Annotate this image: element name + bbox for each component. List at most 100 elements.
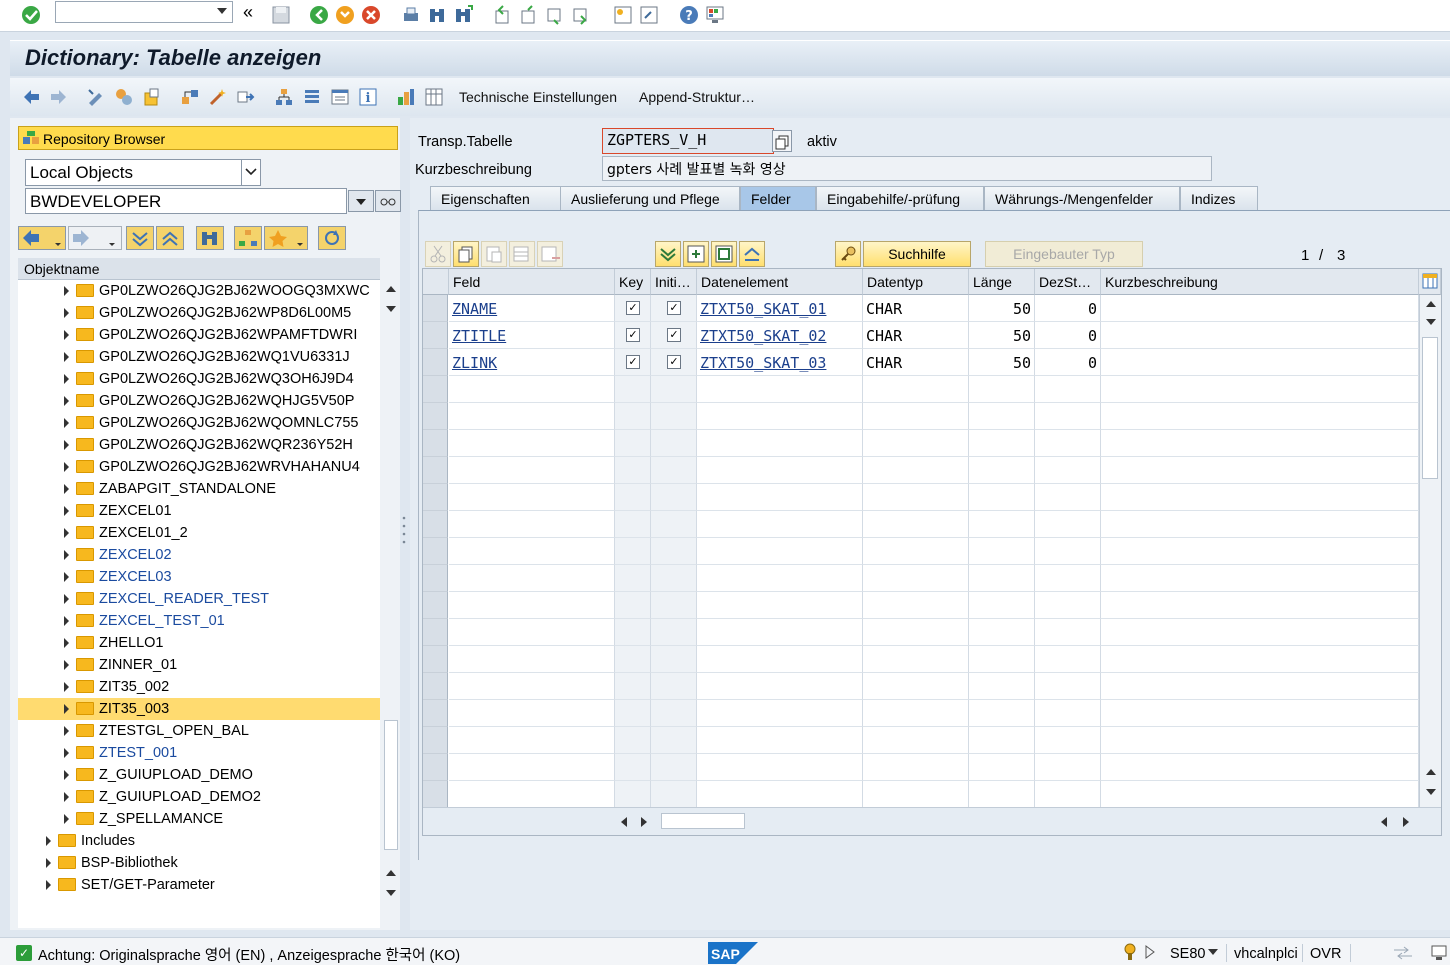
tree-node[interactable]: ZIT35_002 <box>18 676 380 698</box>
cell-init[interactable] <box>651 430 697 457</box>
cell-dezst[interactable] <box>1035 727 1101 754</box>
cell-init[interactable]: ✓ <box>651 295 697 322</box>
cell-datenelement[interactable] <box>697 781 863 808</box>
cell-feld[interactable] <box>449 376 615 403</box>
cell-datentyp[interactable]: CHAR <box>863 295 969 322</box>
row-selector[interactable] <box>423 484 448 511</box>
expand-arrow-icon[interactable] <box>64 616 69 626</box>
connection-icon[interactable] <box>1392 945 1414 961</box>
tree-scrollbar[interactable] <box>382 280 400 928</box>
expand-arrow-icon[interactable] <box>64 770 69 780</box>
active-inactive-icon[interactable] <box>114 87 134 107</box>
expand-arrow-icon[interactable] <box>64 814 69 824</box>
tree-node[interactable]: Z_GUIUPLOAD_DEMO <box>18 764 380 786</box>
technical-settings-button[interactable]: Technische Einstellungen <box>459 89 617 105</box>
other-object-icon[interactable] <box>142 87 162 107</box>
expand-arrow-icon[interactable] <box>64 704 69 714</box>
command-field[interactable] <box>55 1 233 23</box>
tree-node[interactable]: Z_SPELLAMANCE <box>18 808 380 830</box>
cell-init[interactable] <box>651 754 697 781</box>
cell-feld[interactable] <box>449 781 615 808</box>
cell-init[interactable]: ✓ <box>651 349 697 376</box>
cell-kurz[interactable] <box>1101 781 1419 808</box>
display-button[interactable] <box>375 190 401 212</box>
tree-node[interactable]: ZEXCEL03 <box>18 566 380 588</box>
expand-arrow-icon[interactable] <box>64 638 69 648</box>
cell-dezst[interactable] <box>1035 511 1101 538</box>
cell-kurz[interactable] <box>1101 349 1419 376</box>
column-initial[interactable]: Initi… <box>651 269 697 295</box>
expand-arrow-icon[interactable] <box>64 506 69 516</box>
cell-feld[interactable] <box>449 430 615 457</box>
cell-dezst[interactable] <box>1035 700 1101 727</box>
tree-node[interactable]: BSP-Bibliothek <box>18 852 380 874</box>
builtin-type-button[interactable]: Eingebauter Typ <box>985 241 1143 267</box>
checkbox[interactable]: ✓ <box>667 301 681 315</box>
cell-datentyp[interactable]: CHAR <box>863 349 969 376</box>
contents-icon[interactable] <box>424 87 444 107</box>
back-icon[interactable] <box>308 4 330 26</box>
cell-datentyp[interactable] <box>863 700 969 727</box>
layout-menu-icon[interactable] <box>704 4 726 26</box>
tree-node[interactable]: GP0LZWO26QJG2BJ62WQ3OH6J9D4 <box>18 368 380 390</box>
cell-kurz[interactable] <box>1101 484 1419 511</box>
cell-dezst[interactable] <box>1035 457 1101 484</box>
grid-horizontal-scrollbar[interactable] <box>423 807 1441 835</box>
tree-node[interactable]: ZEXCEL_TEST_01 <box>18 610 380 632</box>
append-structure-button[interactable]: Append-Struktur… <box>639 89 755 105</box>
column-datentyp[interactable]: Datentyp <box>863 269 969 295</box>
cancel-icon[interactable] <box>360 4 382 26</box>
tree-node[interactable]: GP0LZWO26QJG2BJ62WPAMFTDWRI <box>18 324 380 346</box>
cell-datentyp[interactable] <box>863 619 969 646</box>
tab-indizes[interactable]: Indizes <box>1180 186 1258 210</box>
cell-datenelement[interactable] <box>697 484 863 511</box>
cell-feld[interactable] <box>449 592 615 619</box>
cell-dezst[interactable] <box>1035 484 1101 511</box>
scroll-up-bottom-icon[interactable] <box>385 868 397 878</box>
cell-datentyp[interactable] <box>863 511 969 538</box>
tree-column-header[interactable]: Objektname <box>18 258 380 280</box>
tab-eigenschaften[interactable]: Eigenschaften <box>430 186 562 210</box>
row-selector[interactable] <box>423 538 448 565</box>
row-selector[interactable] <box>423 349 448 376</box>
expand-arrow-icon[interactable] <box>64 330 69 340</box>
collapse-icon[interactable]: « <box>243 2 265 24</box>
cell-datentyp[interactable] <box>863 484 969 511</box>
cell-kurz[interactable] <box>1101 295 1419 322</box>
cell-datentyp[interactable] <box>863 592 969 619</box>
cell-feld[interactable] <box>449 457 615 484</box>
tree-node[interactable]: Z_GUIUPLOAD_DEMO2 <box>18 786 380 808</box>
object-list-icon[interactable] <box>302 87 322 107</box>
cell-kurz[interactable] <box>1101 457 1419 484</box>
cell-datenelement[interactable] <box>697 538 863 565</box>
cell-datenelement[interactable] <box>697 754 863 781</box>
scroll-left-end-icon[interactable] <box>1379 816 1389 828</box>
expand-arrow-icon[interactable] <box>46 858 51 868</box>
cell-key[interactable] <box>615 511 651 538</box>
favorites-button[interactable] <box>264 226 308 250</box>
cell-datenelement[interactable] <box>697 727 863 754</box>
next-page-icon[interactable] <box>544 4 566 26</box>
cell-datenelement[interactable] <box>697 430 863 457</box>
cell-key[interactable] <box>615 619 651 646</box>
cell-key[interactable] <box>615 781 651 808</box>
cell-laenge[interactable] <box>969 484 1035 511</box>
scroll-down-bottom-icon[interactable] <box>385 888 397 898</box>
chevron-down-icon[interactable] <box>1208 949 1218 957</box>
info-icon[interactable]: i <box>358 87 378 107</box>
cell-dezst[interactable] <box>1035 781 1101 808</box>
object-type-select[interactable]: Local Objects <box>25 159 261 186</box>
cell-dezst[interactable] <box>1035 592 1101 619</box>
cell-key[interactable]: ✓ <box>615 322 651 349</box>
cell-kurz[interactable] <box>1101 646 1419 673</box>
cell-init[interactable] <box>651 700 697 727</box>
cell-kurz[interactable] <box>1101 754 1419 781</box>
cell-laenge[interactable] <box>969 700 1035 727</box>
cell-dezst[interactable]: 0 <box>1035 295 1101 322</box>
cell-kurz[interactable] <box>1101 322 1419 349</box>
row-selector[interactable] <box>423 511 448 538</box>
cell-init[interactable] <box>651 457 697 484</box>
checkbox[interactable]: ✓ <box>626 355 640 369</box>
cell-init[interactable] <box>651 619 697 646</box>
object-tree[interactable]: GP0LZWO26QJG2BJ62WOOGQ3MXWC GP0LZWO26QJG2… <box>18 280 380 928</box>
